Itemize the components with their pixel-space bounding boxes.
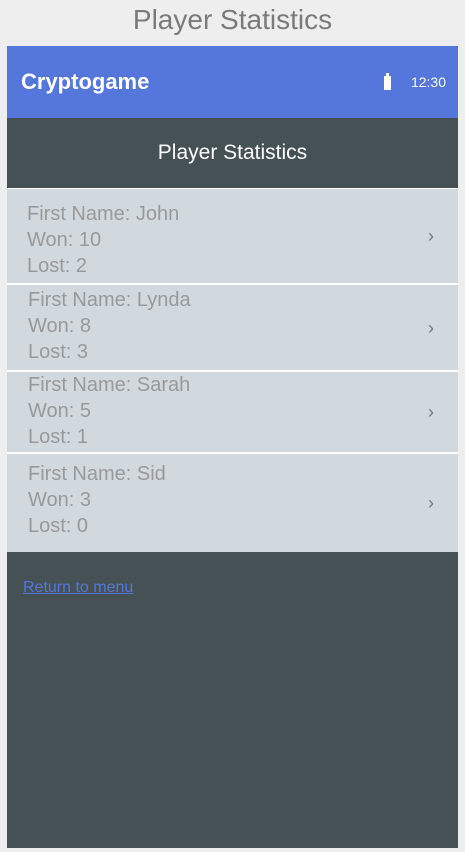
player-item-lynda[interactable]: First Name: Lynda Won: 8 Lost: 3 › [7, 285, 458, 372]
app-bar: Cryptogame 12:30 [7, 46, 458, 118]
player-won: Won: 8 [28, 315, 91, 337]
player-first-name: First Name: John [27, 203, 180, 225]
chevron-right-icon: › [428, 402, 434, 422]
app-title: Cryptogame [21, 69, 150, 94]
player-item-john[interactable]: First Name: John Won: 10 Lost: 2 › [7, 189, 458, 285]
status-area: 12:30 [383, 73, 446, 90]
chevron-right-icon: › [428, 493, 434, 513]
player-first-name: First Name: Sid [28, 463, 166, 485]
player-list: First Name: John Won: 10 Lost: 2 › First… [7, 188, 458, 552]
player-first-name: First Name: Lynda [28, 289, 191, 311]
player-lost: Lost: 3 [28, 341, 89, 363]
chevron-right-icon: › [428, 317, 434, 338]
player-lost: Lost: 0 [28, 515, 89, 537]
header-title: Player Statistics [157, 141, 308, 164]
page-title: Player Statistics [132, 4, 333, 35]
return-to-menu-link[interactable]: Return to menu [23, 579, 133, 597]
player-won: Won: 3 [28, 489, 91, 511]
player-first-name: First Name: Sarah [28, 374, 191, 396]
player-item-sid[interactable]: First Name: Sid Won: 3 Lost: 0 › [7, 454, 458, 552]
battery-icon [383, 73, 391, 90]
player-won: Won: 5 [28, 400, 91, 422]
clock-time: 12:30 [410, 74, 446, 90]
chevron-right-icon: › [428, 226, 434, 246]
player-lost: Lost: 2 [27, 255, 88, 277]
phone-screen: Cryptogame 12:30 Player Statistics First… [7, 46, 458, 848]
player-item-sarah[interactable]: First Name: Sarah Won: 5 Lost: 1 › [7, 372, 458, 454]
player-lost: Lost: 1 [28, 426, 89, 448]
player-won: Won: 10 [27, 229, 102, 251]
